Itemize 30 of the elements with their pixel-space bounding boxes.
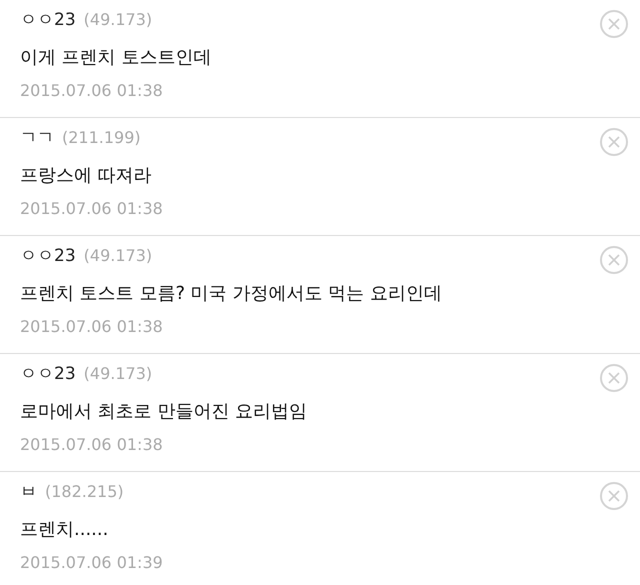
comment-author: ㅇㅇ23 xyxy=(20,245,76,268)
ip-address: (49.173) xyxy=(84,245,152,267)
comment-author: ㄱㄱ xyxy=(20,127,54,150)
delete-button[interactable] xyxy=(600,246,628,274)
comment-date: 2015.07.06 01:38 xyxy=(20,80,164,102)
delete-button[interactable] xyxy=(600,482,628,510)
close-icon xyxy=(608,372,620,384)
comment-date: 2015.07.06 01:39 xyxy=(20,552,164,574)
comment-author: ㅇㅇ23 xyxy=(20,363,76,386)
close-icon xyxy=(608,490,620,502)
comment-text: 프렌치...... xyxy=(20,518,110,542)
comment-date: 2015.07.06 01:38 xyxy=(20,434,164,456)
ip-address: (182.215) xyxy=(45,481,124,503)
comment-text: 로마에서 최초로 만들어진 요리법임 xyxy=(20,400,308,424)
ip-address: (49.173) xyxy=(84,9,152,31)
delete-button[interactable] xyxy=(600,364,628,392)
delete-button[interactable] xyxy=(600,128,628,156)
ip-address: (211.199) xyxy=(62,127,141,149)
close-icon xyxy=(608,18,620,30)
close-icon xyxy=(608,254,620,266)
comment-text: 프렌치 토스트 모름? 미국 가정에서도 먹는 요리인데 xyxy=(20,282,443,306)
comment-date: 2015.07.06 01:38 xyxy=(20,316,164,338)
comment-date: 2015.07.06 01:38 xyxy=(20,198,164,220)
comment-author: ㅂ xyxy=(20,481,37,504)
delete-button[interactable] xyxy=(600,10,628,38)
ip-address: (49.173) xyxy=(84,363,152,385)
comment-author: ㅇㅇ23 xyxy=(20,9,76,32)
comment-text: 프랑스에 따져라 xyxy=(20,164,153,188)
close-icon xyxy=(608,136,620,148)
comment-text: 이게 프렌치 토스트인데 xyxy=(20,46,212,70)
